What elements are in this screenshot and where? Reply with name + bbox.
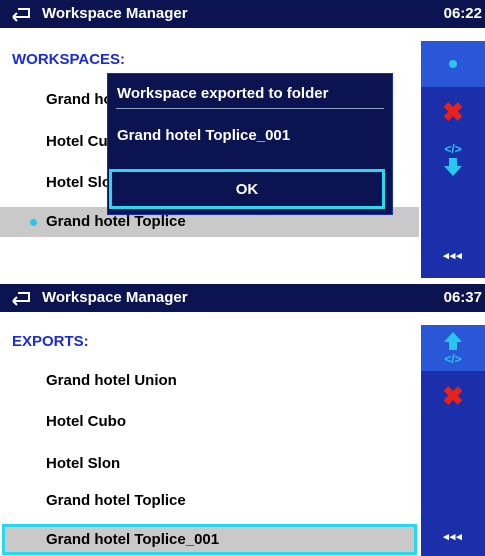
back-arrow-icon[interactable] (10, 289, 32, 307)
delete-icon: ✖ (442, 381, 464, 411)
header-title: Workspace Manager (42, 5, 188, 22)
section-label: EXPORTS: (12, 333, 89, 350)
dialog-title: Workspace exported to folder (117, 85, 329, 102)
svg-text:</>: </> (444, 352, 461, 366)
workspace-manager-screen: Workspace Manager 06:22 WORKSPACES: Gran… (0, 0, 485, 278)
dialog-folder-name: Grand hotel Toplice_001 (117, 127, 291, 144)
header-bar: Workspace Manager 06:37 (0, 284, 485, 312)
side-button-bar: </> ✖ ◂◂◂ (421, 325, 485, 556)
open-icon (449, 60, 457, 68)
clock: 06:37 (443, 289, 482, 306)
ok-button[interactable]: OK (109, 169, 385, 209)
active-dot-icon (30, 219, 37, 226)
back-icon: ◂◂◂ (443, 531, 463, 543)
back-icon: ◂◂◂ (443, 250, 463, 262)
list-item[interactable]: Hotel Slon (46, 455, 120, 472)
export-button[interactable]: </> (421, 137, 485, 183)
selected-row[interactable]: Grand hotel Toplice_001 (2, 524, 417, 555)
svg-text:</>: </> (444, 142, 461, 156)
export-icon: </> (444, 142, 462, 176)
header-bar: Workspace Manager 06:22 (0, 0, 485, 28)
open-button[interactable] (421, 41, 485, 87)
delete-icon: ✖ (442, 97, 464, 127)
export-dialog: Workspace exported to folder Grand hotel… (107, 73, 393, 215)
empty-button (421, 421, 485, 467)
clock: 06:22 (443, 5, 482, 22)
empty-button (421, 469, 485, 515)
list-item-label: Grand hotel Toplice (46, 213, 186, 230)
list-item[interactable]: Grand hotel Toplice (46, 492, 186, 509)
list-item[interactable]: Grand hotel Union (46, 372, 177, 389)
import-button[interactable]: </> (421, 325, 485, 371)
list-item-label: Grand hotel Toplice_001 (46, 531, 220, 548)
side-button-bar: ✖ </> ◂◂◂ (421, 41, 485, 278)
empty-button (421, 185, 485, 231)
back-arrow-icon[interactable] (10, 5, 32, 23)
workspace-manager-exports-screen: Workspace Manager 06:37 EXPORTS: Grand h… (0, 284, 485, 556)
back-button[interactable]: ◂◂◂ (421, 233, 485, 278)
delete-button[interactable]: ✖ (421, 373, 485, 419)
dialog-divider (116, 108, 384, 109)
header-title: Workspace Manager (42, 289, 188, 306)
back-button[interactable]: ◂◂◂ (421, 517, 485, 556)
list-item[interactable]: Hotel Cubo (46, 413, 126, 430)
delete-button[interactable]: ✖ (421, 89, 485, 135)
import-icon: </> (444, 332, 462, 366)
section-label: WORKSPACES: (12, 51, 126, 68)
